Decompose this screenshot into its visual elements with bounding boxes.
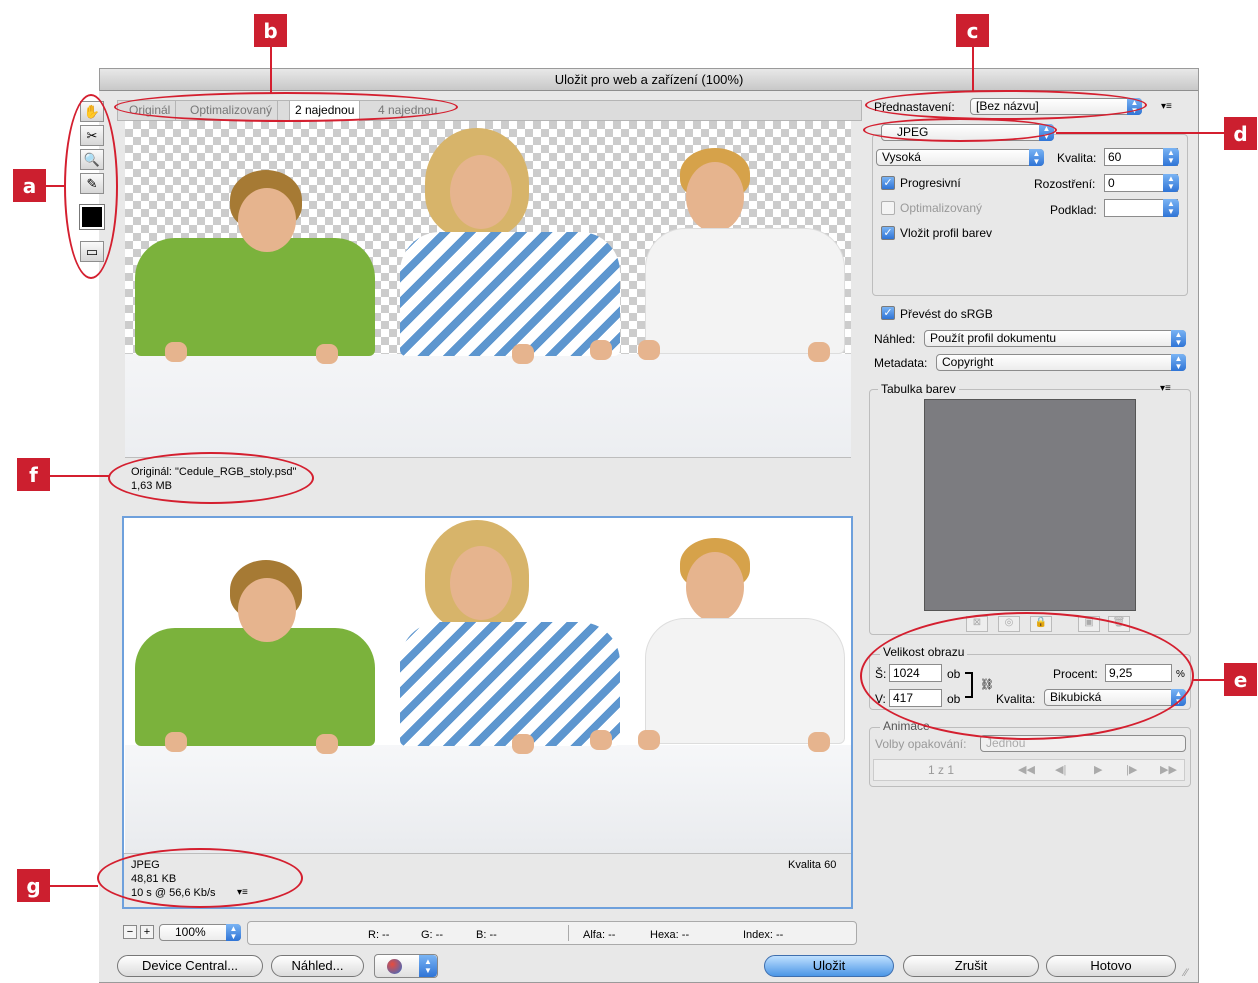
callout-f: f bbox=[17, 458, 50, 491]
annotation-ellipse-c bbox=[865, 90, 1147, 120]
quality-value: 60 bbox=[1108, 150, 1122, 164]
browser-globe-icon bbox=[387, 959, 402, 974]
preview-browser-button[interactable]: Náhled... bbox=[271, 955, 364, 977]
annotation-line-d bbox=[1056, 132, 1224, 134]
readout-divider bbox=[568, 925, 569, 941]
play-icon[interactable]: ▶ bbox=[1094, 763, 1102, 777]
color-table-menu-icon[interactable]: ▾≡ bbox=[1160, 382, 1171, 396]
metadata-label: Metadata: bbox=[874, 356, 928, 370]
matte-label: Podklad: bbox=[1050, 203, 1097, 217]
optimized-quality: Kvalita 60 bbox=[788, 859, 837, 871]
readout-g: G: -- bbox=[421, 929, 443, 941]
readout-b: B: -- bbox=[476, 929, 497, 941]
annotation-line-a bbox=[46, 185, 66, 187]
save-button[interactable]: Uložit bbox=[764, 955, 894, 977]
embed-profile-label: Vložit profil barev bbox=[900, 226, 993, 240]
annotation-line-e bbox=[1192, 679, 1224, 681]
last-frame-icon[interactable]: ▶▶ bbox=[1160, 763, 1177, 777]
readout-index: Index: -- bbox=[743, 929, 784, 941]
convert-srgb-checkbox[interactable]: ✓ bbox=[881, 306, 895, 320]
convert-srgb-label: Převést do sRGB bbox=[900, 307, 993, 321]
chevron-updown-icon: ▲ ▼ bbox=[419, 955, 437, 977]
chevron-updown-icon: ▲ ▼ bbox=[226, 924, 241, 941]
quality-preset-select[interactable]: Vysoká ▲ ▼ bbox=[876, 149, 1044, 166]
loop-label: Volby opakování: bbox=[875, 737, 967, 751]
callout-b: b bbox=[254, 14, 287, 47]
optimize-menu-icon[interactable]: ▾≡ bbox=[1161, 100, 1172, 114]
annotation-ellipse-g bbox=[97, 848, 303, 908]
embed-profile-checkbox[interactable]: ✓ bbox=[881, 226, 895, 240]
optimized-preview-board bbox=[125, 745, 851, 853]
annotation-line-c bbox=[972, 47, 974, 91]
zoom-out-button[interactable]: − bbox=[123, 925, 137, 939]
browser-select[interactable]: ▲ ▼ bbox=[374, 954, 438, 978]
zoom-value: 100% bbox=[175, 925, 206, 939]
optimized-label: Optimalizovaný bbox=[900, 201, 983, 215]
previous-frame-icon[interactable]: ◀| bbox=[1055, 763, 1066, 777]
original-preview-board bbox=[125, 354, 851, 457]
readout-r: R: -- bbox=[368, 929, 390, 941]
callout-e: e bbox=[1224, 663, 1257, 696]
readout-alpha: Alfa: -- bbox=[583, 929, 616, 941]
chevron-updown-icon: ▲ ▼ bbox=[1171, 330, 1186, 347]
quality-stepper-icon[interactable]: ▲ ▼ bbox=[1163, 148, 1179, 166]
frame-counter: 1 z 1 bbox=[928, 763, 955, 777]
annotation-ellipse-e bbox=[860, 612, 1194, 740]
quality-label: Kvalita: bbox=[1057, 151, 1097, 165]
readout-hex: Hexa: -- bbox=[650, 929, 690, 941]
metadata-value: Copyright bbox=[942, 355, 994, 369]
annotation-line-b bbox=[270, 47, 272, 93]
callout-g: g bbox=[17, 869, 50, 902]
callout-d: d bbox=[1224, 117, 1257, 150]
zoom-in-button[interactable]: + bbox=[140, 925, 154, 939]
annotation-ellipse-a bbox=[64, 94, 118, 279]
zoom-select[interactable]: 100% ▲ ▼ bbox=[159, 924, 241, 941]
next-frame-icon[interactable]: |▶ bbox=[1126, 763, 1137, 777]
window-title: Uložit pro web a zařízení (100%) bbox=[100, 69, 1198, 91]
matte-select-icon[interactable]: ▲ ▼ bbox=[1163, 199, 1179, 217]
metadata-select[interactable]: Copyright ▲ ▼ bbox=[936, 354, 1186, 371]
color-table-swatches[interactable] bbox=[924, 399, 1136, 611]
annotation-line-f bbox=[50, 475, 110, 477]
blur-value: 0 bbox=[1108, 176, 1115, 190]
color-table-title: Tabulka barev bbox=[878, 382, 959, 396]
optimized-checkbox[interactable]: ✓ bbox=[881, 201, 895, 215]
progressive-checkbox[interactable]: ✓ bbox=[881, 176, 895, 190]
blur-stepper-icon[interactable]: ▲ ▼ bbox=[1163, 174, 1179, 192]
annotation-line-g bbox=[50, 885, 98, 887]
chevron-updown-icon: ▲ ▼ bbox=[1029, 149, 1044, 166]
progressive-label: Progresivní bbox=[900, 176, 961, 190]
annotation-ellipse-b bbox=[114, 92, 458, 122]
quality-preset-value: Vysoká bbox=[882, 150, 921, 164]
cancel-button[interactable]: Zrušit bbox=[903, 955, 1039, 977]
callout-a: a bbox=[13, 169, 46, 202]
done-button[interactable]: Hotovo bbox=[1046, 955, 1176, 977]
annotation-ellipse-d bbox=[863, 118, 1057, 142]
preview-select[interactable]: Použít profil dokumentu ▲ ▼ bbox=[924, 330, 1186, 347]
resize-grip-icon[interactable]: ⁄⁄ bbox=[1184, 966, 1188, 980]
first-frame-icon[interactable]: ◀◀ bbox=[1018, 763, 1035, 777]
blur-label: Rozostření: bbox=[1034, 177, 1096, 191]
preview-label: Náhled: bbox=[874, 332, 916, 346]
chevron-updown-icon: ▲ ▼ bbox=[1171, 354, 1186, 371]
device-central-button[interactable]: Device Central... bbox=[117, 955, 263, 977]
preview-value: Použít profil dokumentu bbox=[930, 331, 1057, 345]
callout-c: c bbox=[956, 14, 989, 47]
annotation-ellipse-f bbox=[108, 452, 314, 504]
